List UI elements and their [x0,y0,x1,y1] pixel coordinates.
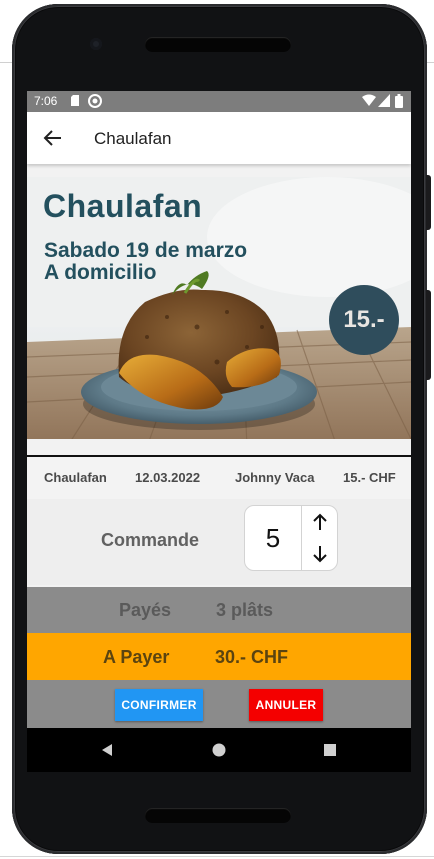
earpiece-speaker [145,37,291,52]
banner-date: Sabado 19 de marzo [44,239,248,262]
quantity-value[interactable]: 5 [245,506,301,570]
bottom-speaker [145,808,291,823]
price-badge: 15.- [329,285,399,355]
paid-label: Payés [119,600,172,620]
page-title: Chaulafan [94,129,172,148]
navigation-bar [27,728,411,772]
confirm-button[interactable]: CONFIRMER [115,689,203,721]
status-time: 7:06 [34,94,58,108]
dish-banner: Chaulafan Sabado 19 de marzo A domicilio… [27,177,411,447]
nav-back-icon[interactable] [99,742,115,758]
arrow-down-icon [312,546,327,563]
paid-value: 3 plâts [216,600,274,620]
to-pay-label: A Payer [103,647,170,667]
nav-recents-icon[interactable] [322,742,338,758]
increment-button[interactable] [302,506,337,538]
cancel-button[interactable]: ANNULER [249,689,323,721]
meal-info-row: Chaulafan 12.03.2022 Johnny Vaca 15.- CH… [27,455,411,501]
signal-icon [378,94,390,107]
paid-summary-row: Payés 3 plâts [27,587,411,633]
nav-home-icon[interactable] [211,742,227,758]
spacer [27,447,411,455]
background-line-left [0,62,12,63]
sd-card-icon [71,95,79,106]
banner-delivery-mode: A domicilio [44,261,157,284]
banner-title: Chaulafan [43,188,203,224]
to-pay-row: A Payer 30.- CHF [27,633,411,680]
power-button [426,290,431,380]
wifi-icon [362,94,376,106]
device-screen: 7:06 Chaulafan Chaulafan Sabado 19 de ma… [27,91,411,772]
to-pay-value: 30.- CHF [215,647,289,667]
arrow-up-icon [312,513,327,530]
battery-icon [395,94,403,108]
status-bar: 7:06 [27,91,411,112]
background-line-bottom [0,856,434,857]
order-row: Commande 5 [27,499,411,585]
quantity-stepper: 5 [244,505,338,571]
arrow-left-icon[interactable] [43,128,63,148]
app-bar: Chaulafan [27,112,411,164]
info-date: 12.03.2022 [135,470,201,485]
order-label: Commande [101,530,200,550]
info-cook: Johnny Vaca [235,470,315,485]
front-camera [90,38,102,50]
volume-button [426,175,431,230]
info-price: 15.- CHF [343,470,396,485]
sync-icon [88,94,102,108]
action-buttons: CONFIRMER ANNULER [27,680,411,728]
info-dish: Chaulafan [44,470,107,485]
decrement-button[interactable] [302,538,337,570]
